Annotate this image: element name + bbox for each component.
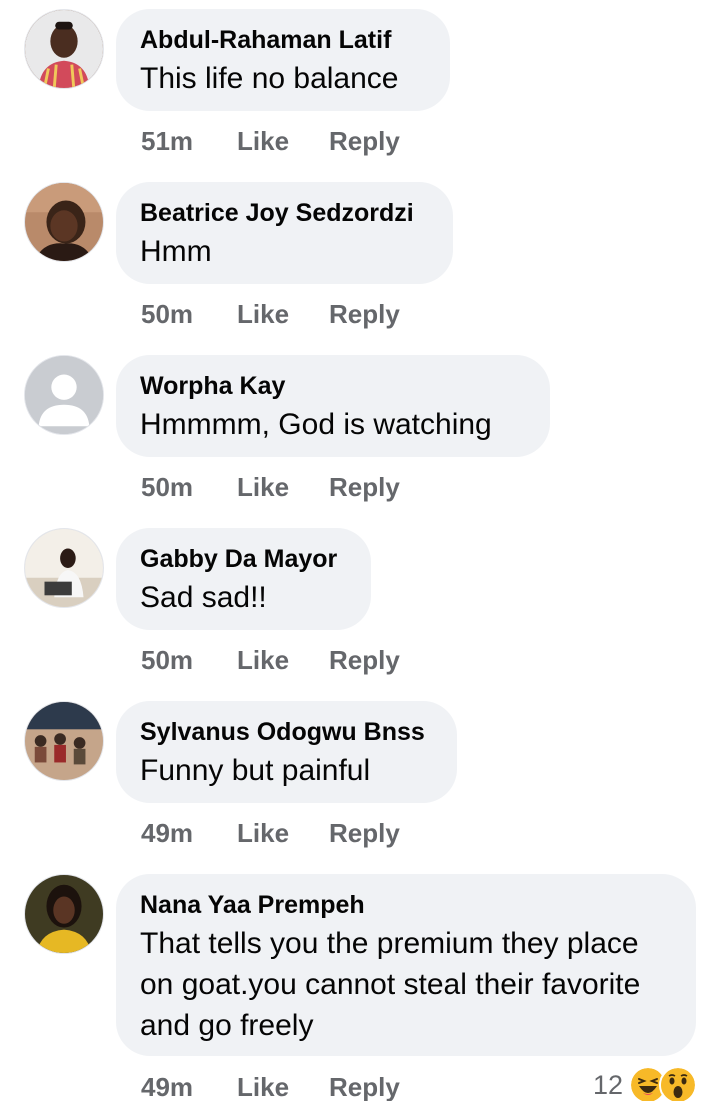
person-photo-avatar-icon (25, 10, 103, 88)
comment-timestamp[interactable]: 49m (141, 818, 237, 848)
avatar[interactable] (24, 874, 104, 954)
comment-author[interactable]: Gabby Da Mayor (140, 544, 345, 574)
reaction-summary[interactable]: 12 (593, 1066, 697, 1101)
reply-button[interactable]: Reply (329, 472, 400, 502)
comment-actions: 50m Like Reply (141, 645, 400, 675)
like-button[interactable]: Like (237, 472, 329, 502)
reply-button[interactable]: Reply (329, 818, 400, 848)
reply-button[interactable]: Reply (329, 645, 400, 675)
comment-text: Sad sad!! (140, 581, 267, 614)
comment-timestamp[interactable]: 50m (141, 472, 237, 502)
comment-bubble[interactable]: Beatrice Joy Sedzordzi Hmm (116, 182, 453, 284)
comment-author[interactable]: Worpha Kay (140, 371, 524, 401)
comment-actions: 51m Like Reply (141, 126, 400, 156)
comment-actions: 49m Like Reply (141, 1072, 400, 1101)
comment-bubble[interactable]: Worpha Kay Hmmmm, God is watching (116, 355, 550, 457)
comment-bubble[interactable]: Abdul-Rahaman Latif This life no balance (116, 9, 450, 111)
avatar[interactable] (24, 9, 104, 89)
comment-timestamp[interactable]: 50m (141, 299, 237, 329)
like-button[interactable]: Like (237, 126, 329, 156)
person-photo-avatar-icon (25, 529, 103, 607)
person-photo-avatar-icon (25, 183, 103, 261)
avatar[interactable] (24, 355, 104, 435)
wow-emoji-icon (659, 1066, 697, 1101)
avatar[interactable] (24, 182, 104, 262)
reply-button[interactable]: Reply (329, 126, 400, 156)
comment-timestamp[interactable]: 51m (141, 126, 237, 156)
person-photo-avatar-icon (25, 875, 103, 953)
comment-timestamp[interactable]: 49m (141, 1072, 237, 1101)
comment-author[interactable]: Nana Yaa Prempeh (140, 890, 670, 920)
reply-button[interactable]: Reply (329, 1072, 400, 1101)
avatar[interactable] (24, 528, 104, 608)
comment-author[interactable]: Abdul-Rahaman Latif (140, 25, 424, 55)
comment-text: Hmmmm, God is watching (140, 408, 492, 441)
comment-text: This life no balance (140, 62, 399, 95)
comment-timestamp[interactable]: 50m (141, 645, 237, 675)
default-profile-avatar-icon (25, 356, 103, 434)
comment-bubble[interactable]: Gabby Da Mayor Sad sad!! (116, 528, 371, 630)
comment-actions: 50m Like Reply (141, 299, 400, 329)
reply-button[interactable]: Reply (329, 299, 400, 329)
comment-author[interactable]: Beatrice Joy Sedzordzi (140, 198, 427, 228)
comment-actions: 50m Like Reply (141, 472, 400, 502)
like-button[interactable]: Like (237, 818, 329, 848)
comment-bubble[interactable]: Nana Yaa Prempeh That tells you the prem… (116, 874, 696, 1056)
like-button[interactable]: Like (237, 645, 329, 675)
group-photo-avatar-icon (25, 702, 103, 780)
comment-author[interactable]: Sylvanus Odogwu Bnss (140, 717, 431, 747)
like-button[interactable]: Like (237, 299, 329, 329)
comment-bubble[interactable]: Sylvanus Odogwu Bnss Funny but painful (116, 701, 457, 803)
comment-text: Funny but painful (140, 754, 371, 787)
comment-text: That tells you the premium they place on… (140, 927, 641, 1042)
avatar[interactable] (24, 701, 104, 781)
reaction-count[interactable]: 12 (593, 1070, 623, 1101)
comment-actions: 49m Like Reply (141, 818, 400, 848)
like-button[interactable]: Like (237, 1072, 329, 1101)
comment-text: Hmm (140, 235, 212, 268)
